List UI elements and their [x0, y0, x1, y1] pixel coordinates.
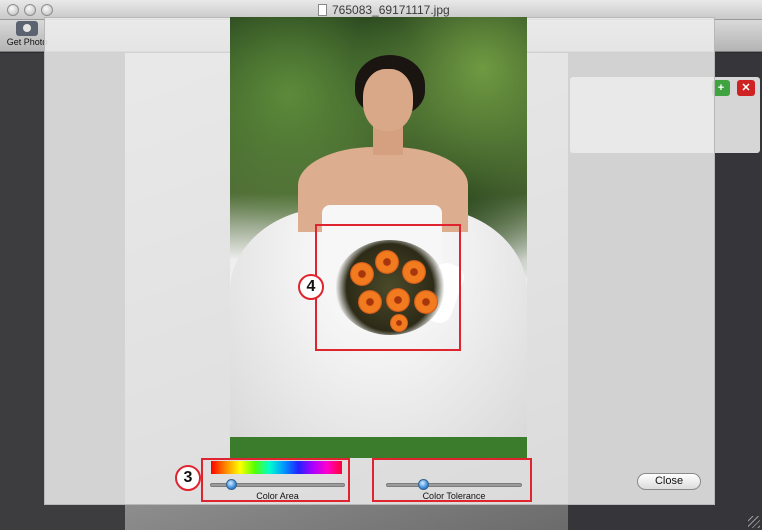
color-tolerance-slider-track[interactable] [386, 483, 522, 487]
color-area-label: Color Area [256, 491, 299, 501]
window-title: 765083_69171117.jpg [318, 3, 450, 17]
color-tolerance-slider-knob[interactable] [418, 479, 429, 490]
close-window-button[interactable] [7, 4, 19, 16]
get-photo-label: Get Photo [6, 37, 48, 47]
color-area-slider-knob[interactable] [226, 479, 237, 490]
color-spectrum[interactable] [211, 461, 342, 474]
zoom-window-button[interactable] [41, 4, 53, 16]
camera-icon [16, 21, 38, 36]
selection-highlight [315, 224, 461, 351]
get-photo-button[interactable]: Get Photo [6, 21, 48, 47]
window-title-text: 765083_69171117.jpg [332, 3, 450, 17]
resize-grip[interactable] [748, 516, 760, 528]
callout-4: 4 [298, 274, 324, 300]
close-x-icon[interactable]: ✕ [737, 80, 755, 96]
close-button[interactable]: Close [637, 473, 701, 490]
callout-3: 3 [175, 465, 201, 491]
document-icon [318, 4, 327, 16]
minimize-window-button[interactable] [24, 4, 36, 16]
color-tolerance-label: Color Tolerance [422, 491, 486, 501]
